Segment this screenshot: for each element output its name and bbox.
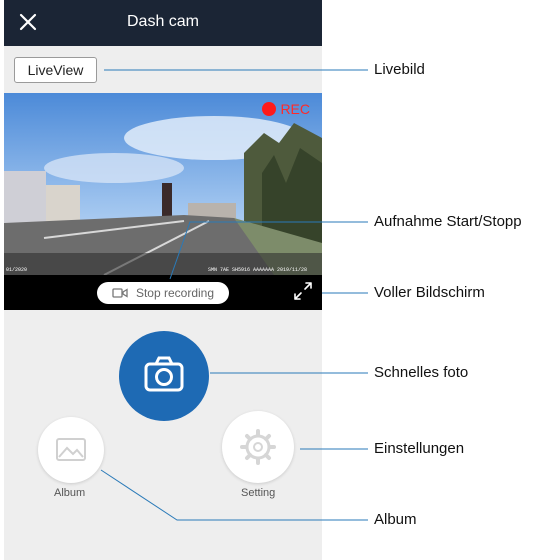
annotation-photo: Schnelles foto [374, 364, 469, 381]
annotation-fullscreen: Voller Bildschirm [374, 284, 485, 301]
annotation-record: Aufnahme Start/Stopp [374, 213, 522, 230]
annotation-settings: Einstellungen [374, 440, 465, 457]
annotation-album: Album [374, 511, 417, 528]
annotation-lines [100, 69, 368, 521]
annotation-livebild: Livebild [374, 61, 425, 78]
